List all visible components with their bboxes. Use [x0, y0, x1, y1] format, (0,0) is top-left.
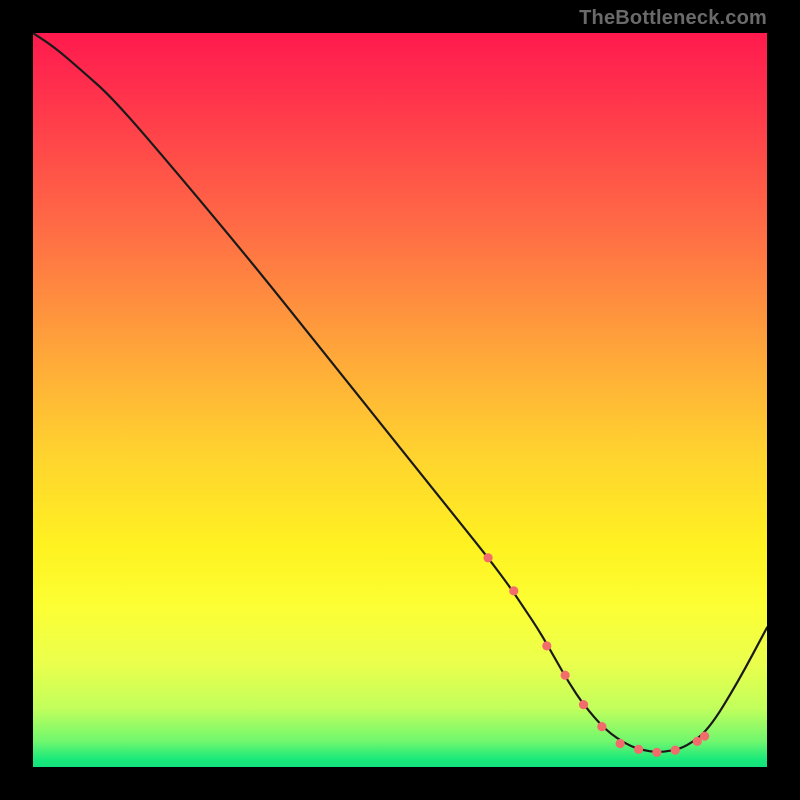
curve-marker: [652, 748, 661, 757]
curve-marker: [483, 553, 492, 562]
curve-marker: [671, 746, 680, 755]
curve-marker: [542, 641, 551, 650]
bottleneck-curve: [33, 33, 767, 752]
chart-frame: TheBottleneck.com: [0, 0, 800, 800]
curve-marker: [509, 586, 518, 595]
curve-marker: [579, 700, 588, 709]
curve-marker: [561, 671, 570, 680]
curve-marker: [700, 732, 709, 741]
curve-marker: [634, 745, 643, 754]
curve-marker: [616, 739, 625, 748]
chart-svg: [33, 33, 767, 767]
curve-marker: [597, 722, 606, 731]
plot-area: [33, 33, 767, 767]
curve-markers: [483, 553, 709, 757]
watermark-text: TheBottleneck.com: [579, 7, 767, 30]
